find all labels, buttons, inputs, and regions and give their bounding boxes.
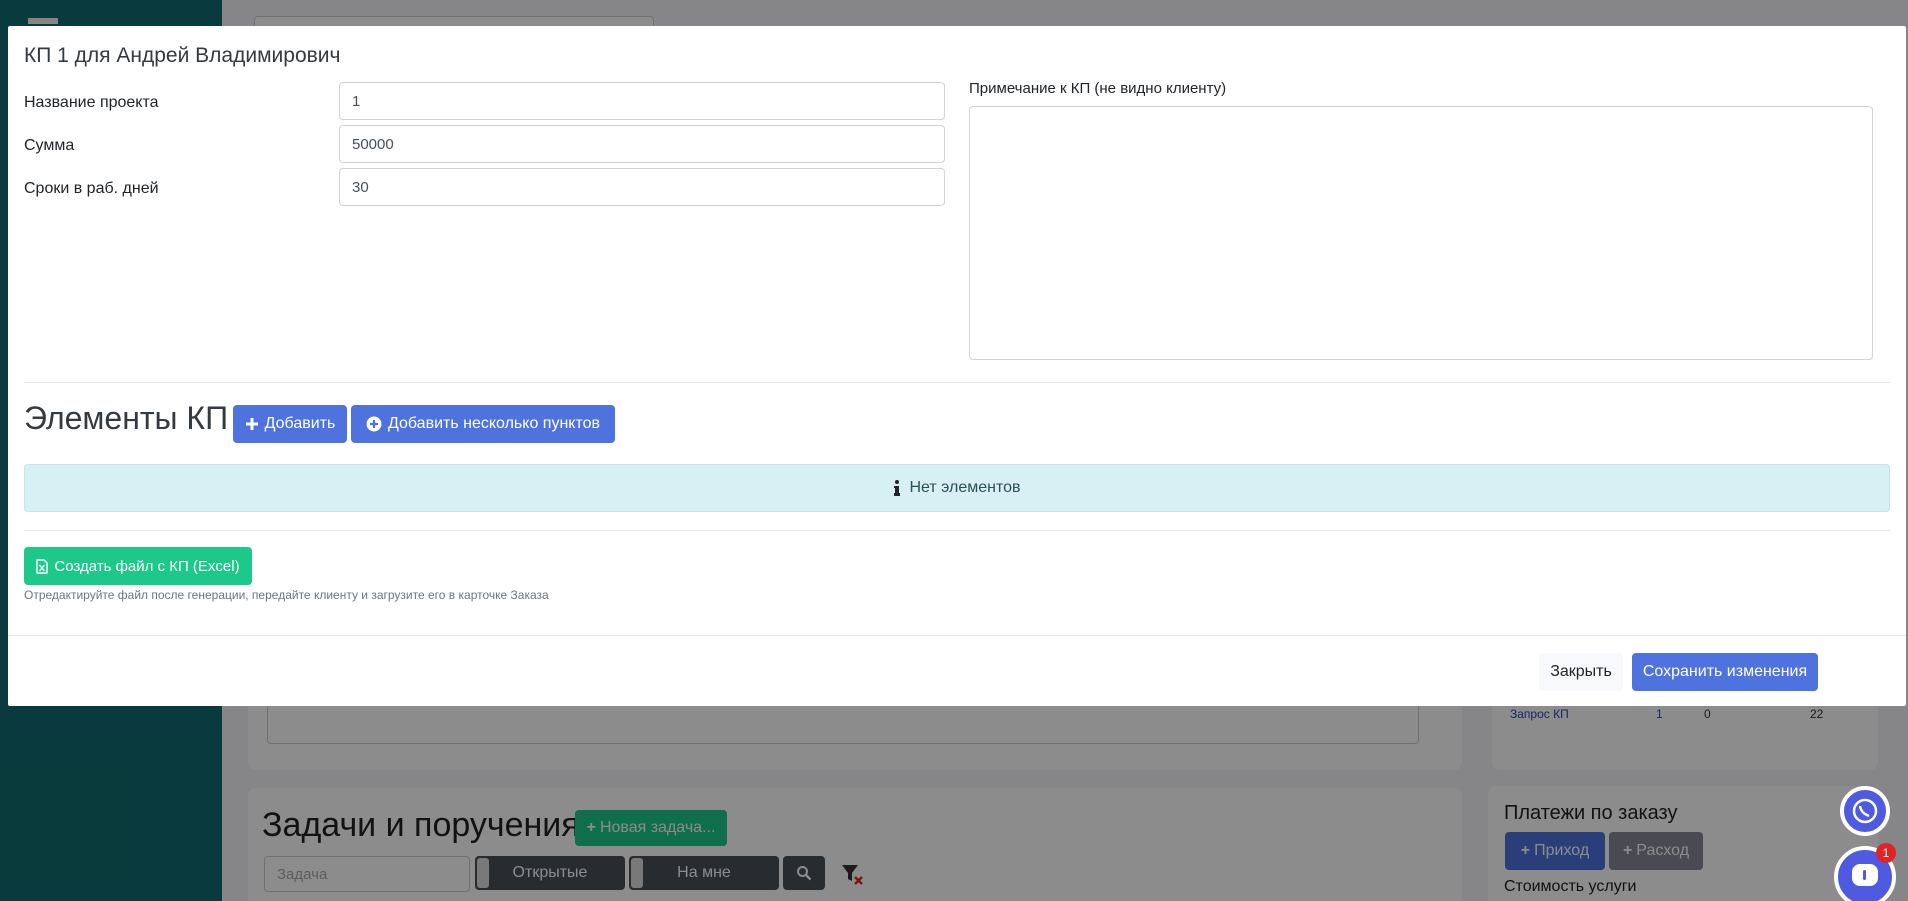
empty-items-message: Нет элементов bbox=[909, 479, 1021, 496]
deadline-label: Сроки в раб. дней bbox=[24, 180, 159, 197]
modal-title: КП 1 для Андрей Владимирович bbox=[24, 44, 341, 67]
phone-icon bbox=[1852, 798, 1878, 824]
chat-badge: 1 bbox=[1876, 843, 1896, 863]
add-item-label: Добавить bbox=[264, 415, 336, 432]
sum-input[interactable]: 50000 bbox=[339, 125, 945, 163]
project-name-input[interactable]: 1 bbox=[339, 82, 945, 120]
close-button[interactable]: Закрыть bbox=[1539, 653, 1623, 691]
note-label: Примечание к КП (не видно клиенту) bbox=[969, 80, 1227, 97]
add-multiple-items-label: Добавить несколько пунктов bbox=[387, 415, 601, 432]
create-excel-button[interactable]: Создать файл с КП (Excel) bbox=[24, 547, 252, 585]
add-multiple-items-button[interactable]: Добавить несколько пунктов bbox=[351, 405, 615, 443]
save-button[interactable]: Сохранить изменения bbox=[1632, 653, 1818, 691]
deadline-input[interactable]: 30 bbox=[339, 168, 945, 206]
divider bbox=[24, 530, 1890, 531]
sum-label: Сумма bbox=[24, 137, 75, 154]
kp-modal: КП 1 для Андрей Владимирович Название пр… bbox=[8, 26, 1906, 706]
create-excel-label: Создать файл с КП (Excel) bbox=[54, 557, 240, 575]
empty-items-alert: Нет элементов bbox=[24, 464, 1890, 512]
note-textarea[interactable] bbox=[969, 106, 1873, 360]
project-name-label: Название проекта bbox=[24, 94, 159, 111]
excel-hint: Отредактируйте файл после генерации, пер… bbox=[24, 588, 549, 602]
add-item-button[interactable]: Добавить bbox=[233, 405, 347, 443]
divider bbox=[24, 382, 1890, 383]
modal-footer-divider bbox=[8, 635, 1906, 636]
plus-circle-icon bbox=[366, 416, 382, 432]
info-icon bbox=[894, 480, 901, 496]
plus-icon bbox=[245, 418, 258, 430]
file-excel-icon bbox=[36, 558, 49, 574]
section-title: Элементы КП bbox=[24, 400, 229, 436]
viber-button[interactable] bbox=[1840, 786, 1890, 836]
